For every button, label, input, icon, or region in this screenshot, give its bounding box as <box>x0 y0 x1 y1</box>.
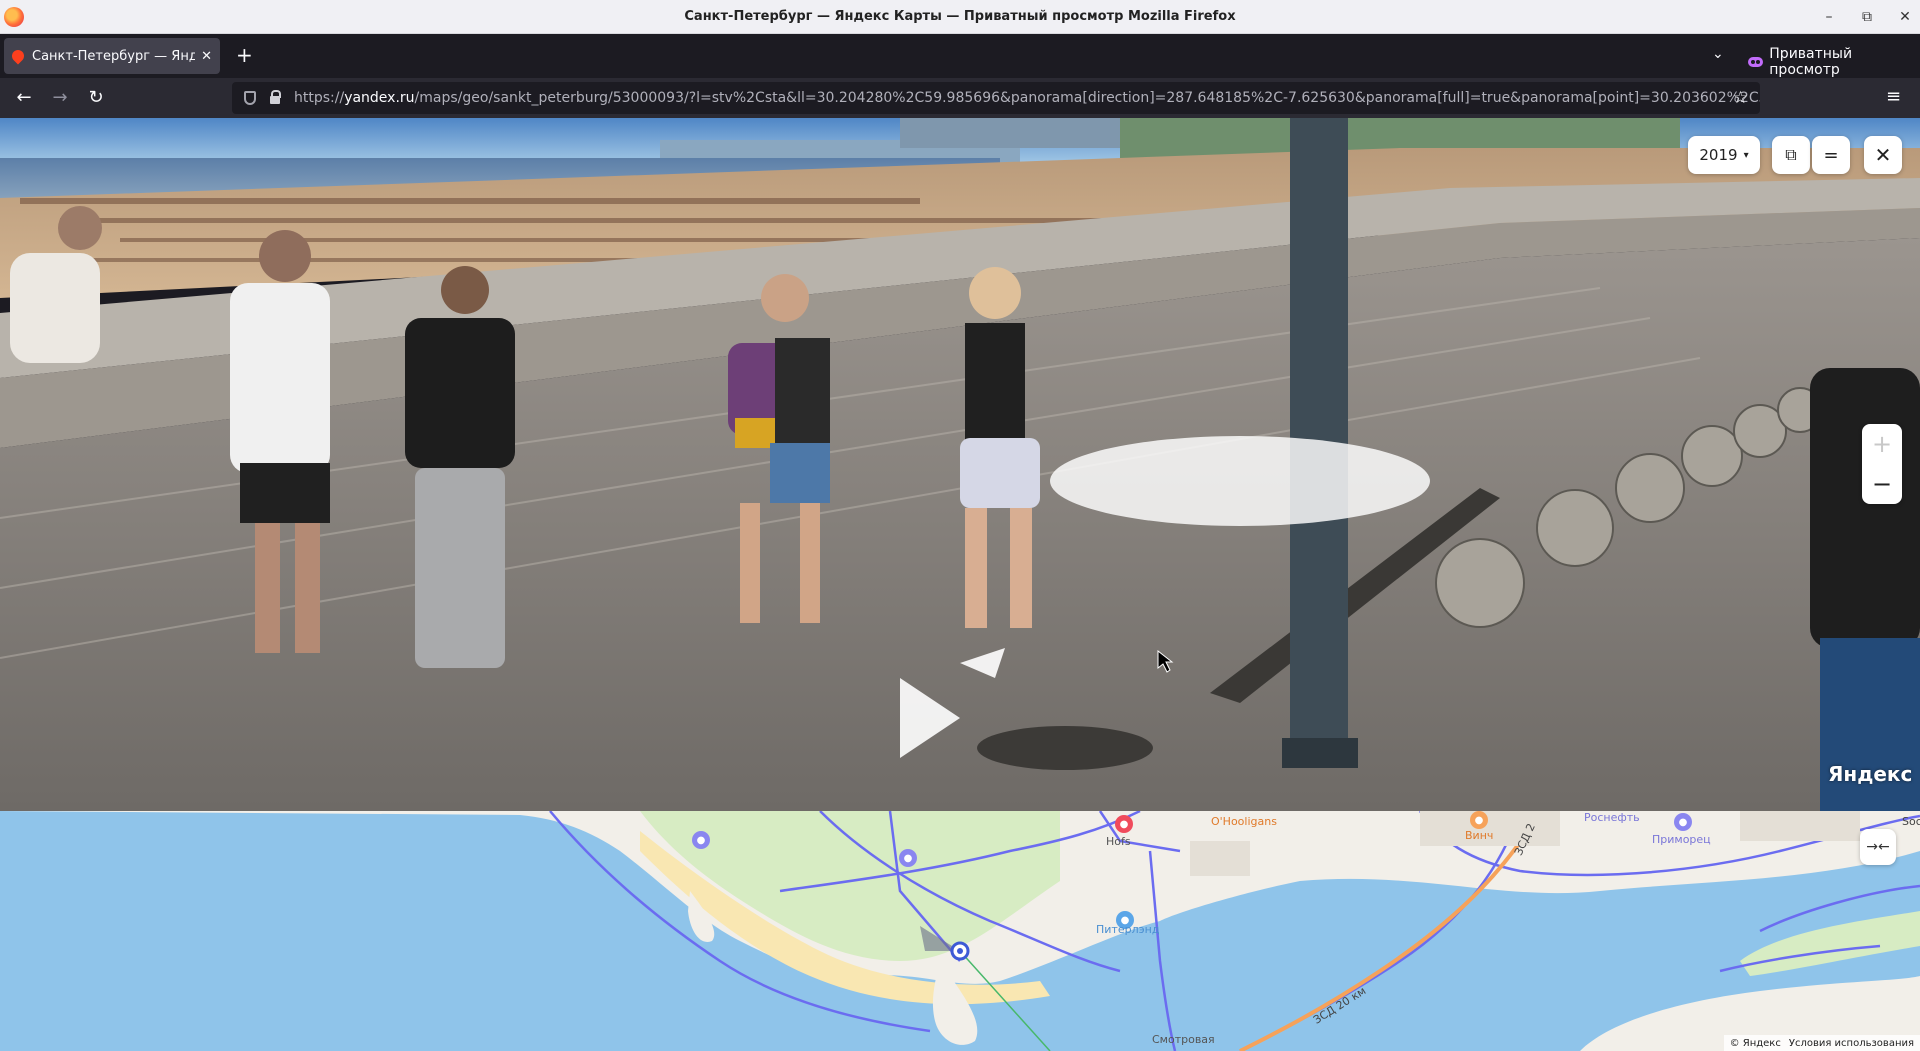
map-label-vinch[interactable]: Винч <box>1465 829 1493 842</box>
list-all-tabs-button[interactable]: ⌄ <box>1712 46 1724 62</box>
address-bar[interactable]: https://yandex.ru/maps/geo/sankt_peterbu… <box>232 82 1760 114</box>
external-link-icon: ⧉ <box>1785 145 1797 164</box>
close-window-button[interactable]: ✕ <box>1898 9 1912 25</box>
poi-restaurant-icon[interactable]: ● <box>1115 815 1133 833</box>
panorama-zoom-control: + − <box>1862 424 1902 504</box>
panorama-menu-button[interactable]: = <box>1812 136 1850 174</box>
panorama-image[interactable] <box>0 118 1920 811</box>
poi-cafe-icon[interactable]: ● <box>1470 811 1488 829</box>
window-title: Санкт-Петербург — Яндекс Карты — Приватн… <box>684 9 1236 24</box>
tab-bar: Санкт-Петербург — Яндекс Карты ✕ + ⌄ При… <box>0 34 1920 78</box>
tab-close-icon[interactable]: ✕ <box>201 49 212 64</box>
private-mask-icon <box>1748 57 1764 67</box>
mini-map-canvas[interactable] <box>0 811 1920 1051</box>
minimap-collapse-button[interactable]: →← <box>1860 829 1896 865</box>
map-label-ohooligans[interactable]: O'Hooligans <box>1211 815 1277 828</box>
map-label-smotrovaya[interactable]: Смотровая <box>1152 1033 1215 1046</box>
lock-icon[interactable] <box>270 90 281 104</box>
poi-attraction-icon[interactable]: ● <box>899 849 917 867</box>
reload-button[interactable]: ↻ <box>84 86 108 110</box>
navigation-toolbar: ← → ↻ https://yandex.ru/maps/geo/sankt_p… <box>0 78 1920 118</box>
private-browsing-indicator: Приватный просмотр <box>1748 46 1920 78</box>
chevron-down-icon: ▾ <box>1743 149 1749 161</box>
map-label-rosneft[interactable]: Роснефть <box>1584 811 1640 824</box>
close-icon: ✕ <box>1874 143 1892 167</box>
minimize-button[interactable]: – <box>1822 9 1836 25</box>
map-label-piterland[interactable]: Питерлэнд <box>1096 923 1159 936</box>
street-panorama[interactable]: 2019 ▾ ⧉ = ✕ + − Яндекс <box>0 118 1920 811</box>
back-button[interactable]: ← <box>12 86 36 110</box>
panorama-year-select[interactable]: 2019 ▾ <box>1688 136 1760 174</box>
zoom-in-button[interactable]: + <box>1862 424 1902 464</box>
open-external-button[interactable]: ⧉ <box>1772 136 1810 174</box>
map-label-primorets[interactable]: Приморец <box>1652 833 1711 846</box>
mini-map[interactable]: ● ● ● ● ● ● O'Hooligans Винч Роснефть Пр… <box>0 811 1920 1051</box>
poi-attraction-icon[interactable]: ● <box>692 831 710 849</box>
app-menu-button[interactable]: ≡ <box>1886 86 1901 107</box>
maximize-button[interactable]: ⧉ <box>1860 9 1874 25</box>
tracking-protection-shield-icon[interactable] <box>244 91 256 105</box>
private-browsing-label: Приватный просмотр <box>1769 46 1853 78</box>
yandex-maps-favicon-icon <box>9 47 27 65</box>
menu-icon: = <box>1823 144 1839 166</box>
map-label-hofs[interactable]: Hofs <box>1106 835 1131 848</box>
map-footer: © Яндекс Условия использования <box>1723 1035 1920 1051</box>
yandex-logo: Яндекс <box>1828 762 1913 786</box>
zoom-out-button[interactable]: − <box>1862 464 1902 504</box>
poi-place-icon[interactable]: ● <box>1674 813 1692 831</box>
forward-button[interactable]: → <box>48 86 72 110</box>
window-titlebar: Санкт-Петербург — Яндекс Карты — Приватн… <box>0 0 1920 34</box>
close-panorama-button[interactable]: ✕ <box>1864 136 1902 174</box>
bookmark-star-icon[interactable]: ☆ <box>1733 88 1748 108</box>
year-value: 2019 <box>1699 146 1738 164</box>
map-copyright: © Яндекс <box>1729 1037 1781 1049</box>
firefox-logo-icon <box>4 7 24 27</box>
tab-label: Санкт-Петербург — Яндекс Карты <box>32 48 196 64</box>
map-label-sock[interactable]: Sock <box>1902 815 1920 828</box>
new-tab-button[interactable]: + <box>236 44 253 66</box>
map-terms-link[interactable]: Условия использования <box>1789 1038 1914 1049</box>
url-text[interactable]: https://yandex.ru/maps/geo/sankt_peterbu… <box>294 90 1760 106</box>
collapse-arrows-icon: →← <box>1866 839 1890 855</box>
tab-yandex-maps[interactable]: Санкт-Петербург — Яндекс Карты ✕ <box>4 38 220 74</box>
